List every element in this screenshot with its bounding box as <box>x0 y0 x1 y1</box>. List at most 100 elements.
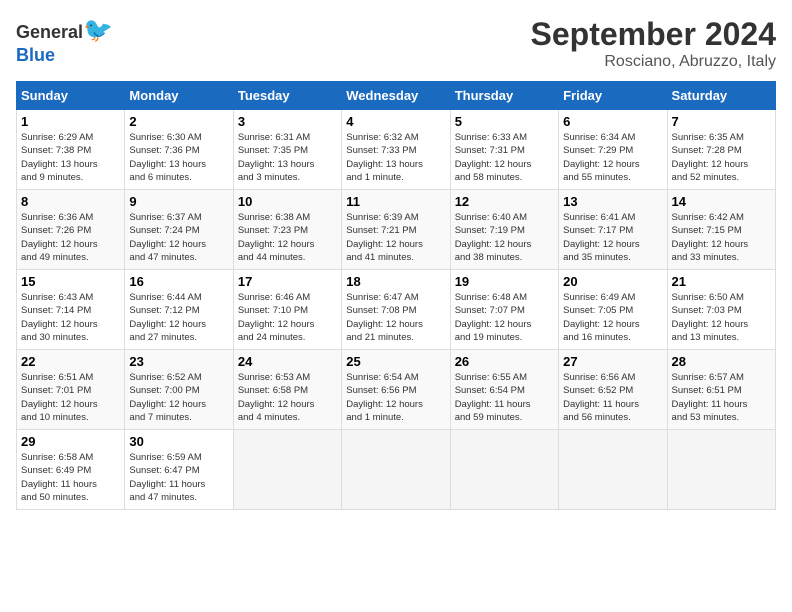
title-area: September 2024 Rosciano, Abruzzo, Italy <box>531 16 776 71</box>
day-info: Sunrise: 6:59 AM Sunset: 6:47 PM Dayligh… <box>129 451 228 504</box>
calendar-day-cell: 17 Sunrise: 6:46 AM Sunset: 7:10 PM Dayli… <box>233 270 341 350</box>
day-info: Sunrise: 6:37 AM Sunset: 7:24 PM Dayligh… <box>129 211 228 264</box>
day-number: 5 <box>455 114 554 129</box>
day-info: Sunrise: 6:50 AM Sunset: 7:03 PM Dayligh… <box>672 291 771 344</box>
day-number: 19 <box>455 274 554 289</box>
calendar-day-cell <box>342 430 450 510</box>
day-number: 29 <box>21 434 120 449</box>
day-info: Sunrise: 6:49 AM Sunset: 7:05 PM Dayligh… <box>563 291 662 344</box>
calendar-day-cell: 11 Sunrise: 6:39 AM Sunset: 7:21 PM Dayli… <box>342 190 450 270</box>
day-info: Sunrise: 6:34 AM Sunset: 7:29 PM Dayligh… <box>563 131 662 184</box>
calendar-day-cell <box>450 430 558 510</box>
calendar-day-cell: 15 Sunrise: 6:43 AM Sunset: 7:14 PM Dayli… <box>17 270 125 350</box>
logo-general: General <box>16 22 83 42</box>
day-info: Sunrise: 6:57 AM Sunset: 6:51 PM Dayligh… <box>672 371 771 424</box>
calendar-day-cell: 18Sunrise: 6:47 AM Sunset: 7:08 PM Dayli… <box>342 270 450 350</box>
calendar-day-cell: 6 Sunrise: 6:34 AM Sunset: 7:29 PM Daylig… <box>559 110 667 190</box>
month-title: September 2024 <box>531 16 776 53</box>
calendar-day-cell: 25 Sunrise: 6:54 AM Sunset: 6:56 PM Dayli… <box>342 350 450 430</box>
calendar-day-cell: 8 Sunrise: 6:36 AM Sunset: 7:26 PM Daylig… <box>17 190 125 270</box>
calendar-week-row: 29 Sunrise: 6:58 AM Sunset: 6:49 PM Dayli… <box>17 430 776 510</box>
day-number: 20 <box>563 274 662 289</box>
day-info: Sunrise: 6:46 AM Sunset: 7:10 PM Dayligh… <box>238 291 337 344</box>
day-info: Sunrise: 6:31 AM Sunset: 7:35 PM Dayligh… <box>238 131 337 184</box>
calendar-week-row: 15 Sunrise: 6:43 AM Sunset: 7:14 PM Dayli… <box>17 270 776 350</box>
logo-bird-icon: 🐦 <box>83 17 113 44</box>
calendar-day-cell: 3Sunrise: 6:31 AM Sunset: 7:35 PM Daylig… <box>233 110 341 190</box>
day-info: Sunrise: 6:58 AM Sunset: 6:49 PM Dayligh… <box>21 451 120 504</box>
day-number: 7 <box>672 114 771 129</box>
day-number: 22 <box>21 354 120 369</box>
calendar-day-cell: 2 Sunrise: 6:30 AM Sunset: 7:36 PM Daylig… <box>125 110 233 190</box>
day-number: 2 <box>129 114 228 129</box>
day-number: 11 <box>346 194 445 209</box>
day-number: 27 <box>563 354 662 369</box>
day-info: Sunrise: 6:54 AM Sunset: 6:56 PM Dayligh… <box>346 371 445 424</box>
location: Rosciano, Abruzzo, Italy <box>531 53 776 71</box>
calendar-day-cell: 24Sunrise: 6:53 AM Sunset: 6:58 PM Dayli… <box>233 350 341 430</box>
calendar-day-cell: 14 Sunrise: 6:42 AM Sunset: 7:15 PM Dayli… <box>667 190 775 270</box>
day-info: Sunrise: 6:41 AM Sunset: 7:17 PM Dayligh… <box>563 211 662 264</box>
calendar-week-row: 1 Sunrise: 6:29 AM Sunset: 7:38 PM Daylig… <box>17 110 776 190</box>
day-info: Sunrise: 6:29 AM Sunset: 7:38 PM Dayligh… <box>21 131 120 184</box>
calendar-week-row: 8 Sunrise: 6:36 AM Sunset: 7:26 PM Daylig… <box>17 190 776 270</box>
calendar-header-row: SundayMondayTuesdayWednesdayThursdayFrid… <box>17 82 776 110</box>
calendar-day-cell <box>233 430 341 510</box>
calendar-day-cell: 10Sunrise: 6:38 AM Sunset: 7:23 PM Dayli… <box>233 190 341 270</box>
day-number: 9 <box>129 194 228 209</box>
calendar-day-cell: 27 Sunrise: 6:56 AM Sunset: 6:52 PM Dayli… <box>559 350 667 430</box>
calendar-day-cell: 26 Sunrise: 6:55 AM Sunset: 6:54 PM Dayli… <box>450 350 558 430</box>
calendar-day-cell: 13 Sunrise: 6:41 AM Sunset: 7:17 PM Dayli… <box>559 190 667 270</box>
day-info: Sunrise: 6:30 AM Sunset: 7:36 PM Dayligh… <box>129 131 228 184</box>
calendar-week-row: 22 Sunrise: 6:51 AM Sunset: 7:01 PM Dayli… <box>17 350 776 430</box>
day-number: 1 <box>21 114 120 129</box>
calendar-day-cell: 9 Sunrise: 6:37 AM Sunset: 7:24 PM Daylig… <box>125 190 233 270</box>
day-number: 28 <box>672 354 771 369</box>
day-number: 4 <box>346 114 445 129</box>
day-info: Sunrise: 6:36 AM Sunset: 7:26 PM Dayligh… <box>21 211 120 264</box>
calendar-day-cell: 28 Sunrise: 6:57 AM Sunset: 6:51 PM Dayli… <box>667 350 775 430</box>
day-info: Sunrise: 6:32 AM Sunset: 7:33 PM Dayligh… <box>346 131 445 184</box>
calendar-day-cell <box>559 430 667 510</box>
day-number: 13 <box>563 194 662 209</box>
day-number: 24 <box>238 354 337 369</box>
day-info: Sunrise: 6:55 AM Sunset: 6:54 PM Dayligh… <box>455 371 554 424</box>
day-info: Sunrise: 6:40 AM Sunset: 7:19 PM Dayligh… <box>455 211 554 264</box>
day-header-friday: Friday <box>559 82 667 110</box>
day-number: 14 <box>672 194 771 209</box>
day-info: Sunrise: 6:35 AM Sunset: 7:28 PM Dayligh… <box>672 131 771 184</box>
day-info: Sunrise: 6:47 AM Sunset: 7:08 PM Dayligh… <box>346 291 445 344</box>
day-number: 25 <box>346 354 445 369</box>
day-info: Sunrise: 6:42 AM Sunset: 7:15 PM Dayligh… <box>672 211 771 264</box>
day-header-tuesday: Tuesday <box>233 82 341 110</box>
day-number: 16 <box>129 274 228 289</box>
day-number: 21 <box>672 274 771 289</box>
calendar-day-cell: 23Sunrise: 6:52 AM Sunset: 7:00 PM Dayli… <box>125 350 233 430</box>
logo-blue: Blue <box>16 45 55 65</box>
day-info: Sunrise: 6:44 AM Sunset: 7:12 PM Dayligh… <box>129 291 228 344</box>
day-header-wednesday: Wednesday <box>342 82 450 110</box>
day-number: 17 <box>238 274 337 289</box>
day-info: Sunrise: 6:56 AM Sunset: 6:52 PM Dayligh… <box>563 371 662 424</box>
day-header-sunday: Sunday <box>17 82 125 110</box>
day-number: 8 <box>21 194 120 209</box>
calendar-day-cell: 16 Sunrise: 6:44 AM Sunset: 7:12 PM Dayli… <box>125 270 233 350</box>
day-header-monday: Monday <box>125 82 233 110</box>
day-header-saturday: Saturday <box>667 82 775 110</box>
day-number: 15 <box>21 274 120 289</box>
day-number: 10 <box>238 194 337 209</box>
day-number: 6 <box>563 114 662 129</box>
calendar-day-cell: 12 Sunrise: 6:40 AM Sunset: 7:19 PM Dayli… <box>450 190 558 270</box>
day-number: 12 <box>455 194 554 209</box>
day-number: 30 <box>129 434 228 449</box>
calendar-day-cell: 20 Sunrise: 6:49 AM Sunset: 7:05 PM Dayli… <box>559 270 667 350</box>
day-info: Sunrise: 6:39 AM Sunset: 7:21 PM Dayligh… <box>346 211 445 264</box>
calendar-day-cell: 21 Sunrise: 6:50 AM Sunset: 7:03 PM Dayli… <box>667 270 775 350</box>
day-header-thursday: Thursday <box>450 82 558 110</box>
calendar-day-cell <box>667 430 775 510</box>
day-info: Sunrise: 6:51 AM Sunset: 7:01 PM Dayligh… <box>21 371 120 424</box>
logo: General🐦 Blue <box>16 16 113 66</box>
day-number: 26 <box>455 354 554 369</box>
day-info: Sunrise: 6:43 AM Sunset: 7:14 PM Dayligh… <box>21 291 120 344</box>
calendar-day-cell: 30 Sunrise: 6:59 AM Sunset: 6:47 PM Dayli… <box>125 430 233 510</box>
